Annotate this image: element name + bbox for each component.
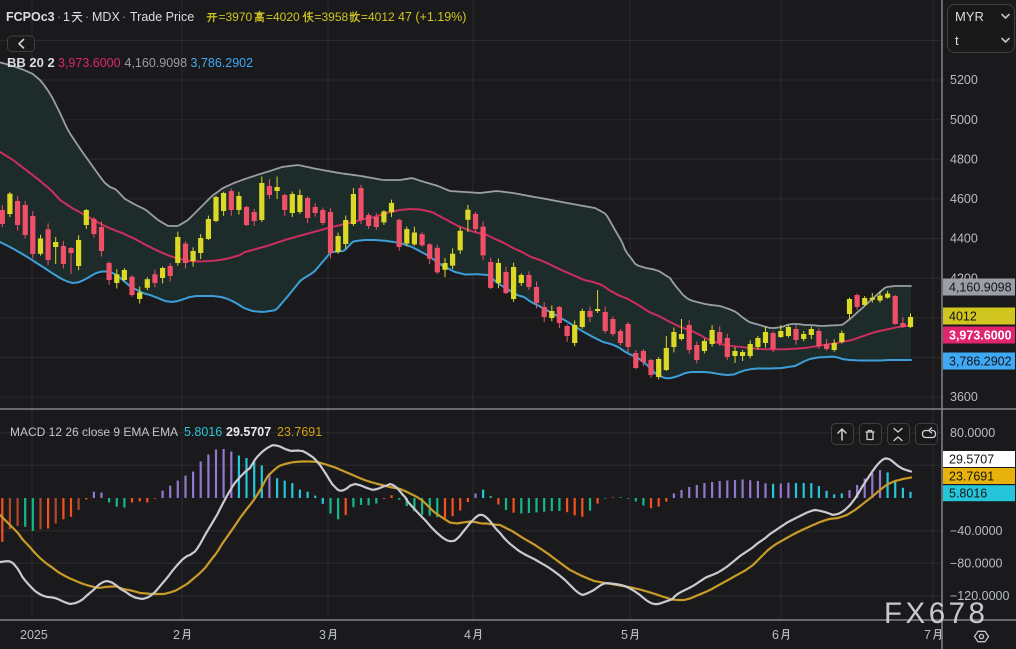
svg-text:t: t bbox=[955, 33, 959, 48]
svg-text:3,973.6000: 3,973.6000 bbox=[949, 328, 1012, 342]
svg-text:−80.0000: −80.0000 bbox=[950, 557, 1003, 571]
svg-text:MACD 12 26 close 9 EMA EMA: MACD 12 26 close 9 EMA EMA bbox=[10, 425, 178, 439]
svg-text:2: 2 bbox=[173, 628, 180, 642]
svg-text:29.5707: 29.5707 bbox=[226, 425, 271, 439]
svg-text:5: 5 bbox=[621, 628, 628, 642]
svg-text:4800: 4800 bbox=[950, 153, 978, 167]
svg-text:Trade Price: Trade Price bbox=[130, 10, 194, 24]
svg-text:4012: 4012 bbox=[949, 309, 977, 323]
svg-text:3,786.2902: 3,786.2902 bbox=[949, 354, 1012, 368]
svg-text:·: · bbox=[85, 10, 89, 24]
svg-text:3,786.2902: 3,786.2902 bbox=[191, 56, 254, 70]
svg-text:80.0000: 80.0000 bbox=[950, 426, 995, 440]
svg-text:=4020: =4020 bbox=[266, 10, 300, 24]
svg-text:·: · bbox=[122, 10, 126, 24]
svg-text:4,160.9098: 4,160.9098 bbox=[949, 280, 1012, 294]
svg-text:=3958: =3958 bbox=[315, 10, 349, 24]
svg-text:4600: 4600 bbox=[950, 192, 978, 206]
svg-text:FX678: FX678 bbox=[884, 597, 988, 630]
svg-text:6: 6 bbox=[772, 628, 779, 642]
svg-text:5200: 5200 bbox=[950, 73, 978, 87]
svg-text:47 (+1.19%): 47 (+1.19%) bbox=[398, 10, 466, 24]
svg-text:5.8016: 5.8016 bbox=[949, 487, 987, 501]
svg-text:3600: 3600 bbox=[950, 390, 978, 404]
svg-text:1: 1 bbox=[63, 10, 70, 24]
svg-text:23.7691: 23.7691 bbox=[277, 425, 322, 439]
svg-text:4400: 4400 bbox=[950, 232, 978, 246]
svg-text:=4012: =4012 bbox=[361, 10, 395, 24]
svg-text:3: 3 bbox=[319, 628, 326, 642]
svg-text:5.8016: 5.8016 bbox=[184, 425, 222, 439]
svg-text:3,973.6000: 3,973.6000 bbox=[58, 56, 121, 70]
svg-text:=3970: =3970 bbox=[219, 10, 253, 24]
svg-text:BB 20 2: BB 20 2 bbox=[7, 55, 55, 70]
svg-text:4: 4 bbox=[464, 628, 471, 642]
svg-text:MYR: MYR bbox=[955, 9, 984, 24]
svg-text:·: · bbox=[57, 10, 61, 24]
svg-text:29.5707: 29.5707 bbox=[949, 452, 994, 466]
svg-text:4,160.9098: 4,160.9098 bbox=[125, 56, 188, 70]
svg-text:7: 7 bbox=[924, 628, 931, 642]
svg-text:FCPOc3: FCPOc3 bbox=[6, 10, 55, 24]
svg-text:23.7691: 23.7691 bbox=[949, 469, 994, 483]
svg-text:MDX: MDX bbox=[92, 10, 120, 24]
svg-text:−40.0000: −40.0000 bbox=[950, 524, 1003, 538]
svg-text:5000: 5000 bbox=[950, 113, 978, 127]
svg-text:2025: 2025 bbox=[20, 628, 48, 642]
